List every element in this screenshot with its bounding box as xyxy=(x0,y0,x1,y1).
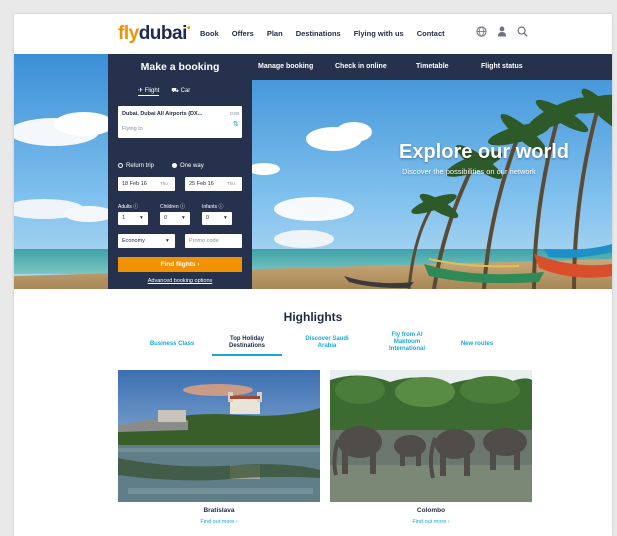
promo-code-input[interactable]: Promo code xyxy=(185,234,242,248)
swap-icon[interactable]: ⇅ xyxy=(233,120,239,128)
card-caption-bratislava: Bratislava xyxy=(203,507,235,514)
nav-offers[interactable]: Offers xyxy=(232,29,254,38)
route-field: Dubai, Dubai All Airports (DX... DXB Fly… xyxy=(118,106,242,138)
from-code: DXB xyxy=(230,111,240,116)
return-date: 25 Feb 16 xyxy=(189,181,214,187)
radio-return-trip[interactable]: Return trip xyxy=(118,163,154,169)
tab-maktoum-line3: International xyxy=(388,346,425,352)
booking-panel: Make a booking ✈ Flight ⛟ Car Dubai, Dub… xyxy=(108,54,252,289)
nav-flying-with-us[interactable]: Flying with us xyxy=(354,29,404,38)
chevron-down-icon: ▾ xyxy=(182,215,185,221)
tab-top-holiday-line2: Destinations xyxy=(228,343,265,349)
hero-title: Explore our world xyxy=(399,141,570,163)
logo-text-fly: fly xyxy=(118,23,139,44)
flydubai-logo[interactable]: flydubai• xyxy=(118,23,190,45)
bratislava-photo xyxy=(118,370,320,502)
nav-flight-status[interactable]: Flight status xyxy=(481,63,523,70)
chevron-down-icon: ▾ xyxy=(140,215,143,221)
promo-placeholder: Promo code xyxy=(189,238,219,244)
tab-fly-from-al-maktoum[interactable]: Fly from Al Maktoum International xyxy=(376,332,438,353)
colombo-photo xyxy=(330,370,532,502)
infants-label: Infants ⓘ xyxy=(202,203,244,210)
adults-select[interactable]: 1 ▾ xyxy=(118,212,148,225)
radio-one-way-label: One way xyxy=(180,163,204,170)
infants-select[interactable]: 0 ▾ xyxy=(202,212,232,225)
search-icon[interactable] xyxy=(517,26,528,40)
adults-label-text: Adults xyxy=(118,204,132,210)
mode-flight-label: Flight xyxy=(144,88,160,94)
tab-maktoum-line1: Fly from Al xyxy=(391,332,423,338)
passenger-labels: Adults ⓘ Children ⓘ Infants ⓘ xyxy=(118,203,244,210)
nav-plan[interactable]: Plan xyxy=(267,29,283,38)
depart-date: 18 Feb 16 xyxy=(122,181,147,187)
tab-maktoum-line2: Maktoum xyxy=(393,339,421,345)
logo-text-dubai: dubai xyxy=(138,23,188,44)
advanced-booking-link[interactable]: Advanced booking options xyxy=(108,278,252,284)
adults-label: Adults ⓘ xyxy=(118,203,160,210)
nav-contact[interactable]: Contact xyxy=(417,29,445,38)
trip-type-radios: Return trip One way xyxy=(118,163,204,169)
cabin-value: Economy xyxy=(122,238,145,244)
nav-check-in-online[interactable]: Check in online xyxy=(335,63,387,70)
info-icon[interactable]: ⓘ xyxy=(180,204,185,210)
find-flights-button[interactable]: Find flights › xyxy=(118,257,242,272)
tab-new-routes[interactable]: New routes xyxy=(452,341,502,348)
children-select[interactable]: 0 ▾ xyxy=(160,212,190,225)
top-header: flydubai• Book Offers Plan Destinations … xyxy=(14,14,612,54)
card-link-bratislava[interactable]: Find out more › xyxy=(118,519,320,525)
depart-date-field[interactable]: 18 Feb 16 Thu xyxy=(118,177,175,191)
tab-saudi-line1: Discover Saudi xyxy=(305,336,349,342)
tab-business-class-label: Business Class xyxy=(149,341,195,347)
logo-mark: • xyxy=(186,23,191,34)
radio-return-dot xyxy=(118,163,123,168)
cabin-select[interactable]: Economy ▾ xyxy=(118,234,175,248)
mode-flight[interactable]: ✈ Flight xyxy=(138,87,160,96)
mode-car[interactable]: ⛟ Car xyxy=(171,87,190,96)
card-link-colombo[interactable]: Find out more › xyxy=(330,519,532,525)
adults-value: 1 xyxy=(122,215,126,221)
to-input[interactable]: Flying to xyxy=(122,126,143,132)
chevron-down-icon: ▾ xyxy=(224,215,227,221)
radio-one-way-dot xyxy=(172,163,178,168)
chevron-down-icon: ▾ xyxy=(166,238,169,244)
return-day: Thu xyxy=(227,181,235,186)
card-caption-colombo: Colombo xyxy=(416,507,446,514)
header-icons xyxy=(476,26,528,40)
tab-discover-saudi-arabia[interactable]: Discover Saudi Arabia xyxy=(296,336,358,350)
booking-mode-tabs: ✈ Flight ⛟ Car xyxy=(138,87,190,96)
radio-return-label: Return trip xyxy=(126,163,155,170)
main-nav: Book Offers Plan Destinations Flying wit… xyxy=(200,29,458,38)
destination-card-colombo[interactable] xyxy=(330,370,532,502)
depart-day: Thu xyxy=(160,181,168,186)
tab-top-holiday-line1: Top Holiday xyxy=(230,336,264,342)
user-icon[interactable] xyxy=(497,26,507,40)
highlights-title: Highlights xyxy=(283,310,343,324)
destination-card-bratislava[interactable] xyxy=(118,370,320,502)
children-value: 0 xyxy=(164,215,168,221)
children-label-text: Children xyxy=(160,204,179,210)
nav-book[interactable]: Book xyxy=(200,29,219,38)
nav-destinations[interactable]: Destinations xyxy=(296,29,341,38)
car-icon: ⛟ xyxy=(171,88,179,94)
tab-saudi-line2: Arabia xyxy=(317,343,337,349)
nav-timetable[interactable]: Timetable xyxy=(416,63,449,70)
nav-manage-booking[interactable]: Manage booking xyxy=(258,63,313,70)
tab-top-holiday-destinations[interactable]: Top Holiday Destinations xyxy=(212,336,282,350)
infants-label-text: Infants xyxy=(202,204,218,210)
globe-icon[interactable] xyxy=(476,26,487,40)
tab-business-class[interactable]: Business Class xyxy=(142,341,202,348)
from-input[interactable]: Dubai, Dubai All Airports (DX... xyxy=(122,111,202,117)
children-label: Children ⓘ xyxy=(160,203,202,210)
infants-value: 0 xyxy=(206,215,210,221)
radio-one-way[interactable]: One way xyxy=(172,163,204,169)
info-icon[interactable]: ⓘ xyxy=(133,204,138,210)
info-icon[interactable]: ⓘ xyxy=(218,204,223,210)
active-tab-underline xyxy=(212,354,282,356)
page: flydubai• Book Offers Plan Destinations … xyxy=(14,14,612,536)
hero-subtitle: Discover the possibilities on our networ… xyxy=(402,167,536,176)
mode-car-label: Car xyxy=(180,88,191,94)
booking-title: Make a booking xyxy=(140,61,220,73)
tab-new-routes-label: New routes xyxy=(460,341,494,347)
return-date-field[interactable]: 25 Feb 16 Thu xyxy=(185,177,242,191)
